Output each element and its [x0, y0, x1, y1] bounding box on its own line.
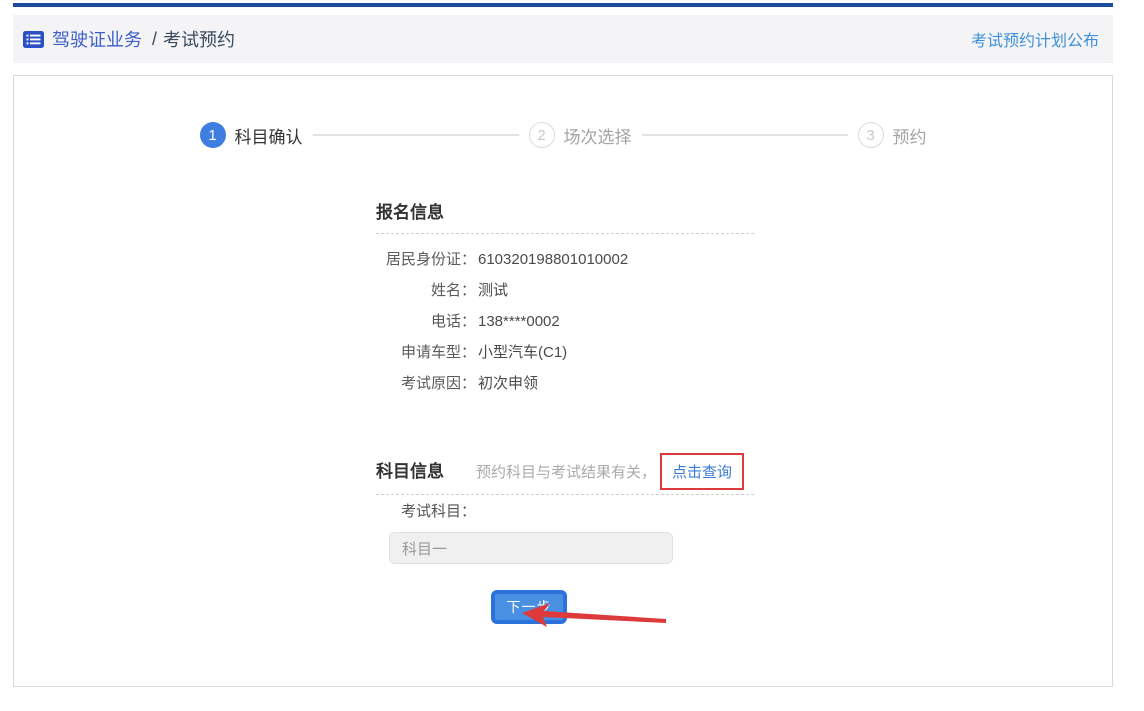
annotation-highlight-box: 点击查询: [660, 453, 744, 490]
field-label: 考试原因：: [376, 368, 476, 399]
exam-subject-input[interactable]: 科目一: [389, 532, 673, 564]
field-label: 申请车型：: [376, 337, 476, 368]
click-query-link[interactable]: 点击查询: [672, 464, 732, 481]
subject-info-title: 科目信息: [376, 462, 444, 482]
section-divider: [376, 494, 754, 495]
next-step-button[interactable]: 下一步: [491, 590, 567, 624]
step-connector: [642, 134, 848, 136]
field-label: 居民身份证：: [376, 244, 476, 275]
step-subject-confirm: 1 科目确认: [200, 122, 303, 148]
exam-subject-label: 考试科目：: [401, 503, 754, 521]
subject-info-header: 科目信息 预约科目与考试结果有关， 点击查询: [376, 453, 754, 490]
info-row-exam-reason: 考试原因： 初次申领: [376, 368, 754, 399]
breadcrumb: 驾驶证业务 / 考试预约: [23, 26, 235, 52]
breadcrumb-current-page: 考试预约: [163, 26, 235, 52]
field-value: 测试: [478, 275, 508, 306]
step-3-circle: 3: [858, 122, 884, 148]
step-1-label: 科目确认: [235, 123, 303, 148]
subject-info-section: 科目信息 预约科目与考试结果有关， 点击查询 考试科目： 科目一 下一步: [376, 453, 754, 624]
info-row-vehicle-type: 申请车型： 小型汽车(C1): [376, 337, 754, 368]
field-value: 初次申领: [478, 368, 538, 399]
wizard-stepper: 1 科目确认 2 场次选择 3 预约: [14, 122, 1112, 148]
page-container: 驾驶证业务 / 考试预约 考试预约计划公布 1 科目确认 2 场次选择 3 预约…: [13, 3, 1113, 687]
breadcrumb-section[interactable]: 驾驶证业务: [52, 26, 142, 52]
info-row-name: 姓名： 测试: [376, 275, 754, 306]
step-connector: [313, 134, 519, 136]
step-2-circle: 2: [529, 122, 555, 148]
page-header: 驾驶证业务 / 考试预约 考试预约计划公布: [13, 15, 1113, 63]
subject-hint-text: 预约科目与考试结果有关，: [476, 461, 656, 482]
top-accent-bar: [13, 3, 1113, 7]
step-2-label: 场次选择: [564, 123, 632, 148]
breadcrumb-separator: /: [152, 29, 157, 50]
field-value: 小型汽车(C1): [478, 337, 567, 368]
exam-subject-group: 考试科目： 科目一 下一步: [389, 503, 754, 624]
field-label: 姓名：: [376, 275, 476, 306]
field-value: 610320198801010002: [478, 244, 628, 275]
registration-info-title: 报名信息: [376, 203, 754, 223]
form-content: 报名信息 居民身份证： 610320198801010002 姓名： 测试 电话…: [376, 203, 754, 624]
main-panel: 1 科目确认 2 场次选择 3 预约 报名信息 居民身份证： 610320198…: [13, 75, 1113, 687]
info-row-id-card: 居民身份证： 610320198801010002: [376, 244, 754, 275]
exam-plan-announcement-link[interactable]: 考试预约计划公布: [971, 27, 1099, 51]
list-menu-icon: [23, 31, 44, 48]
step-3-label: 预约: [893, 123, 927, 148]
field-value: 138****0002: [478, 306, 560, 337]
info-row-phone: 电话： 138****0002: [376, 306, 754, 337]
registration-info-list: 居民身份证： 610320198801010002 姓名： 测试 电话： 138…: [376, 244, 754, 399]
step-session-select: 2 场次选择: [529, 122, 632, 148]
step-1-circle: 1: [200, 122, 226, 148]
field-label: 电话：: [376, 306, 476, 337]
step-reserve: 3 预约: [858, 122, 927, 148]
button-row: 下一步: [491, 590, 754, 624]
section-divider: [376, 233, 754, 234]
